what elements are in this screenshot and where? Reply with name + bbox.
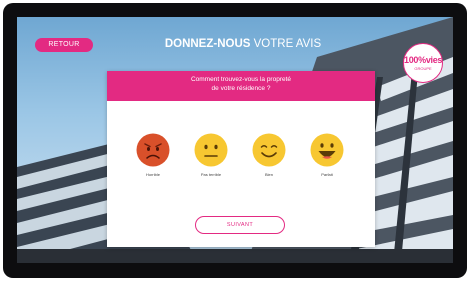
question-header: Comment trouvez-vous la propreté de votr…: [107, 71, 375, 101]
survey-card: Comment trouvez-vous la propreté de votr…: [107, 71, 375, 247]
logo-subtext: GROUPE: [414, 66, 432, 71]
title-bold: DONNEZ-NOUS: [164, 38, 251, 50]
question-text: Comment trouvez-vous la propreté de votr…: [107, 75, 375, 93]
question-line-1: Comment trouvez-vous la propreté: [190, 76, 292, 83]
rating-option-pas-terrible[interactable]: Pas terrible: [187, 133, 235, 185]
option-label: Parfait: [321, 172, 333, 177]
tablet-device: RETOUR DONNEZ-NOUS VOTRE AVIS 100%vies G…: [3, 3, 467, 278]
title-rest: VOTRE AVIS: [250, 38, 322, 50]
back-button[interactable]: RETOUR: [35, 38, 93, 52]
question-line-2: de votre résidence ?: [211, 85, 271, 92]
option-label: Horrible: [145, 172, 160, 177]
logo-text: 100%vies: [404, 55, 443, 65]
smiling-face-icon: [252, 133, 286, 167]
option-label: Pas terrible: [200, 172, 222, 177]
angry-face-icon: [136, 133, 170, 167]
next-button[interactable]: SUIVANT: [195, 216, 285, 234]
page-title: DONNEZ-NOUS VOTRE AVIS: [153, 35, 333, 53]
brand-logo: 100%vies GROUPE: [403, 43, 443, 83]
rating-option-horrible[interactable]: Horrible: [129, 133, 177, 185]
rating-option-parfait[interactable]: Parfait: [303, 133, 351, 185]
screen: RETOUR DONNEZ-NOUS VOTRE AVIS 100%vies G…: [17, 17, 453, 263]
grinning-face-icon: [310, 133, 344, 167]
rating-option-bien[interactable]: Bien: [245, 133, 293, 185]
neutral-face-icon: [194, 133, 228, 167]
option-label: Bien: [264, 172, 273, 177]
